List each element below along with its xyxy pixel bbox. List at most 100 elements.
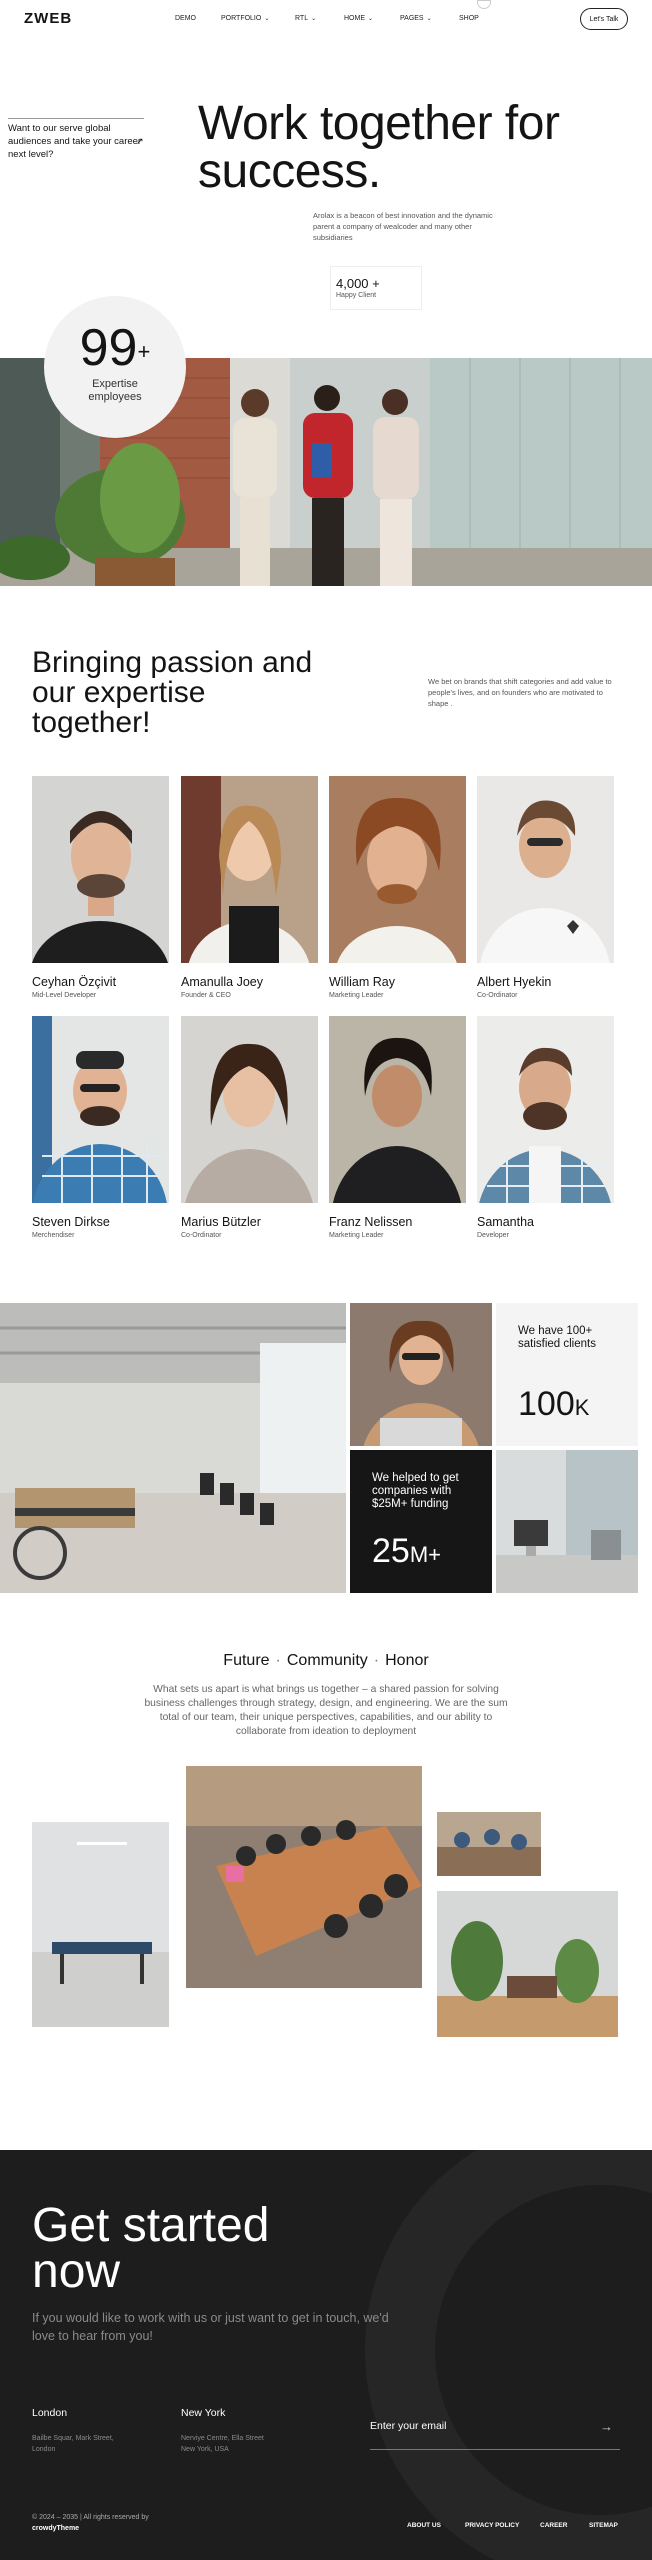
meeting-room-image	[186, 1766, 422, 1988]
value-word: Future	[223, 1652, 270, 1669]
team-member-card[interactable]: Marius Bützler Co-Ordinator	[181, 1016, 318, 1239]
member-role: Marketing Leader	[329, 992, 384, 999]
team-title: Bringing passion and our expertise toget…	[32, 646, 313, 739]
expertise-label: Expertise employees	[88, 378, 142, 403]
footer-link-about[interactable]: ABOUT US	[407, 2522, 441, 2529]
woman-photo	[350, 1303, 492, 1446]
nav-label: SHOP	[459, 15, 479, 22]
lounge-photo	[437, 1891, 618, 2037]
hero-title: Work together for success.	[198, 97, 560, 198]
nav-portfolio[interactable]: PORTFOLIO ⌄	[221, 15, 269, 22]
serve-text: Want to our serve global audiences and t…	[8, 118, 144, 161]
separator: ·	[275, 1652, 281, 1669]
team-table-image	[437, 1812, 541, 1876]
team-member-card[interactable]: Amanulla Joey Founder & CEO	[181, 776, 318, 999]
office-image	[0, 1303, 346, 1593]
copyright: © 2024 – 2035 | All rights reserved by c…	[32, 2512, 149, 2534]
member-name: Amanulla Joey	[181, 975, 263, 989]
team-table-photo	[437, 1812, 541, 1876]
brand-link[interactable]: crowdyTheme	[32, 2525, 79, 2532]
nav-label: HOME	[344, 15, 365, 22]
office-london: London Bailbe Squar, Mark Street, London	[32, 2407, 122, 2455]
clients-stat-value: 100	[518, 1385, 575, 1423]
office-city: London	[32, 2407, 68, 2419]
member-name: Ceyhan Özçivit	[32, 975, 117, 989]
footer-link-privacy[interactable]: PRIVACY POLICY	[465, 2522, 519, 2529]
nav-label: RTL	[295, 15, 309, 22]
portrait	[181, 1016, 318, 1203]
team-member-card[interactable]: Franz Nelissen Marketing Leader	[329, 1016, 466, 1239]
clients-stat-card: We have 100+ satisfied clients 100K	[496, 1303, 638, 1446]
member-photo	[477, 1016, 614, 1203]
lets-talk-button[interactable]: Let's Talk	[580, 8, 628, 30]
portrait	[329, 776, 466, 963]
site-logo[interactable]: ZWEB	[24, 10, 72, 27]
member-role: Co-Ordinator	[477, 992, 518, 999]
member-role: Marketing Leader	[329, 1232, 384, 1239]
office-city: New York	[181, 2407, 226, 2419]
member-photo	[477, 776, 614, 963]
member-name: Franz Nelissen	[329, 1215, 413, 1229]
happy-client-value: 4,000 +	[336, 276, 380, 291]
member-role: Merchendiser	[32, 1232, 75, 1239]
member-name: Albert Hyekin	[477, 975, 552, 989]
portrait	[477, 1016, 614, 1203]
office-address: Nerviye Centre, Ella Street New York, US…	[181, 2435, 264, 2453]
arrow-up-right-icon[interactable]: ↗	[136, 136, 144, 147]
woman-laptop-image	[350, 1303, 492, 1446]
member-photo	[181, 776, 318, 963]
member-photo	[329, 1016, 466, 1203]
team-member-card[interactable]: Samantha Developer	[477, 1016, 614, 1239]
desk-image	[496, 1450, 638, 1593]
happy-client-label: Happy Client	[336, 292, 377, 299]
nav-pages[interactable]: PAGES ⌄	[400, 15, 432, 22]
team-member-card[interactable]: Ceyhan Özçivit Mid-Level Developer	[32, 776, 169, 999]
team-subtitle: We bet on brands that shift categories a…	[428, 677, 612, 708]
portrait	[477, 776, 614, 963]
arrow-right-icon[interactable]: →	[600, 2419, 613, 2434]
office-photo	[0, 1303, 346, 1593]
portrait	[329, 1016, 466, 1203]
funding-stat-unit: M+	[409, 1542, 442, 1567]
member-name: Marius Bützler	[181, 1215, 261, 1229]
lounge-image	[437, 1891, 618, 2037]
team-member-card[interactable]: William Ray Marketing Leader	[329, 776, 466, 999]
nav-rtl[interactable]: RTL ⌄	[295, 15, 316, 22]
member-photo	[32, 776, 169, 963]
value-word: Honor	[385, 1652, 429, 1669]
hero-subtitle: Arolax is a beacon of best innovation an…	[313, 211, 493, 242]
copyright-text: © 2024 – 2035 | All rights reserved by	[32, 2514, 149, 2521]
ping-pong-image	[32, 1822, 169, 2027]
chevron-down-icon: ⌄	[426, 16, 432, 22]
expertise-badge: 99+ Expertise employees	[44, 296, 186, 438]
chevron-down-icon: ⌄	[311, 16, 317, 22]
values-paragraph: What sets us apart is what brings us tog…	[144, 1684, 508, 1737]
email-input[interactable]: Enter your email	[370, 2420, 620, 2450]
nav-demo[interactable]: DEMO	[175, 15, 196, 22]
funding-stat-card: We helped to get companies with $25M+ fu…	[350, 1450, 492, 1593]
member-role: Mid-Level Developer	[32, 992, 97, 999]
portrait	[32, 1016, 169, 1203]
desk-photo	[496, 1450, 638, 1593]
member-photo	[329, 776, 466, 963]
nav-home[interactable]: HOME ⌄	[344, 15, 373, 22]
expertise-plus: +	[137, 339, 151, 364]
expertise-value: 99	[79, 319, 138, 377]
happy-client-card: 4,000 + Happy Client	[330, 266, 422, 310]
member-name: William Ray	[329, 975, 395, 989]
nav-label: PORTFOLIO	[221, 15, 262, 22]
footer-link-career[interactable]: CAREER	[540, 2522, 567, 2529]
funding-stat-text: We helped to get companies with $25M+ fu…	[372, 1472, 459, 1510]
footer-link-sitemap[interactable]: SITEMAP	[589, 2522, 618, 2529]
meeting-photo	[186, 1766, 422, 1988]
team-member-card[interactable]: Steven Dirkse Merchendiser	[32, 1016, 169, 1239]
clients-stat-text: We have 100+ satisfied clients	[518, 1325, 596, 1350]
nav-shop[interactable]: SHOP	[459, 15, 479, 22]
footer-title: Get started now	[32, 2199, 270, 2298]
office-new-york: New York Nerviye Centre, Ella Street New…	[181, 2407, 271, 2455]
member-name: Samantha	[477, 1215, 534, 1229]
team-member-card[interactable]: Albert Hyekin Co-Ordinator	[477, 776, 614, 999]
member-role: Developer	[477, 1232, 509, 1239]
nav-label: DEMO	[175, 15, 196, 22]
chevron-down-icon: ⌄	[368, 16, 374, 22]
